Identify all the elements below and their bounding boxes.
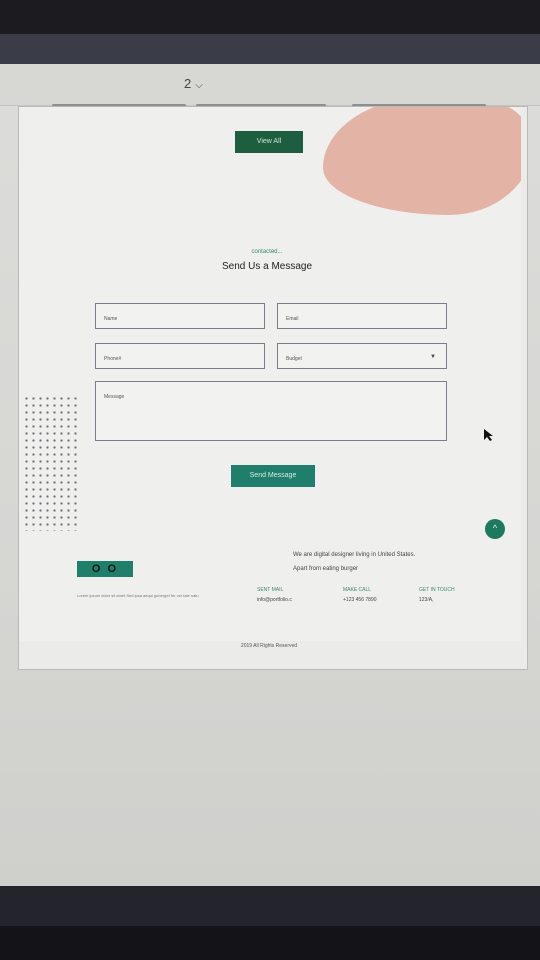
about-line-2: Apart from eating burger — [293, 566, 359, 572]
contact-subtitle: contacted... — [251, 249, 283, 255]
page-toolbar: 2 ⌵ — [0, 64, 540, 106]
page-sheet: View All contacted... Send Us a Message … — [18, 106, 528, 670]
page-number-select[interactable]: 2 ⌵ — [184, 76, 203, 91]
page-content: View All contacted... Send Us a Message … — [19, 107, 521, 641]
phone-placeholder: Phone# — [104, 356, 122, 362]
footer-col-mail: SENT MAIL info@portfolio.c — [257, 587, 292, 603]
email-field[interactable]: Email — [277, 303, 447, 329]
about-line-1: We are digital designer living in United… — [293, 552, 416, 558]
footer-description: Lorem ipsum dolor sit amet Sed ipsa aequ… — [77, 593, 199, 598]
footer-col-label: SENT MAIL — [257, 587, 284, 593]
monitor-bezel-top — [0, 0, 540, 34]
view-all-button[interactable]: View All — [235, 131, 303, 153]
page-number: 2 — [184, 76, 192, 91]
name-field[interactable]: Name — [95, 303, 265, 329]
copyright-text: 2019 All Rights Reserved — [240, 643, 298, 649]
footer-col-value[interactable]: info@portfolio.c — [257, 597, 292, 603]
monitor-bezel-bottom — [0, 886, 540, 960]
contact-title: Send Us a Message — [221, 261, 313, 272]
budget-placeholder: Budget — [286, 356, 302, 362]
footer-logo[interactable]: O O — [77, 561, 133, 577]
footer-col-call: MAKE CALL +123 456 7890 — [343, 587, 377, 603]
name-placeholder: Name — [104, 316, 118, 322]
message-textarea[interactable]: Message — [95, 381, 447, 441]
mouse-pointer-icon — [484, 429, 493, 441]
footer-col-label: MAKE CALL — [343, 587, 372, 593]
footer-col-value[interactable]: +123 456 7890 — [343, 597, 377, 603]
scroll-top-button[interactable]: ^ — [485, 519, 505, 539]
footer-col-touch: GET IN TOUCH 123/A, — [419, 587, 455, 603]
footer-col-label: GET IN TOUCH — [419, 587, 455, 593]
dot-pattern-decoration — [23, 395, 79, 531]
arrow-up-icon: ^ — [492, 523, 498, 533]
footer-col-value: 123/A, — [419, 597, 434, 603]
budget-select[interactable]: Budget ▼ — [277, 343, 447, 369]
email-placeholder: Email — [286, 316, 299, 322]
browser-chrome — [0, 34, 540, 64]
send-message-button[interactable]: Send Message — [231, 465, 315, 487]
decorative-blob — [323, 107, 521, 215]
caret-down-icon: ▼ — [430, 354, 436, 360]
document-viewer: 2 ⌵ View All contacted... Send Us a Messa… — [0, 64, 540, 886]
chevron-down-icon: ⌵ — [195, 80, 203, 91]
message-placeholder: Message — [104, 394, 125, 400]
phone-field[interactable]: Phone# — [95, 343, 265, 369]
